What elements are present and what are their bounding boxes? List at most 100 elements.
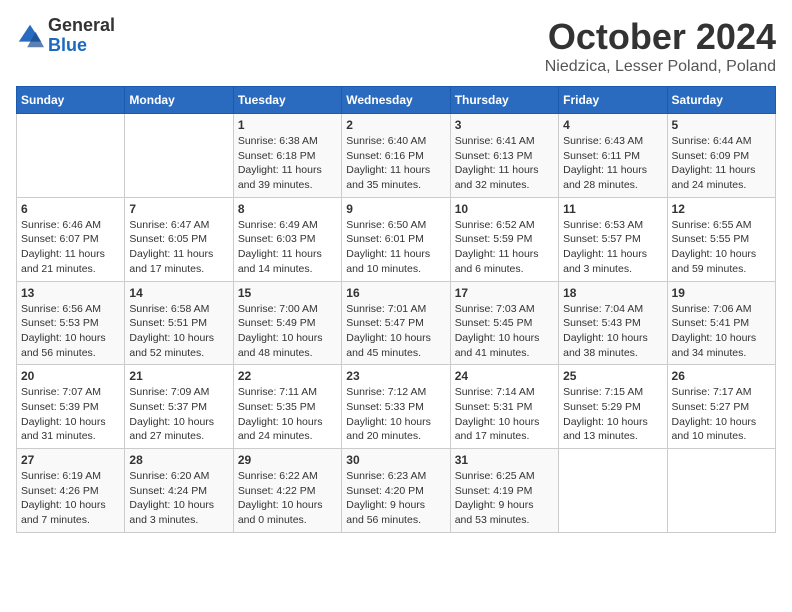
- day-number: 30: [346, 453, 445, 467]
- day-info: Sunrise: 7:07 AMSunset: 5:39 PMDaylight:…: [21, 385, 120, 444]
- day-number: 14: [129, 286, 228, 300]
- day-info: Sunrise: 7:01 AMSunset: 5:47 PMDaylight:…: [346, 302, 445, 361]
- calendar-cell: 16 Sunrise: 7:01 AMSunset: 5:47 PMDayligh…: [342, 281, 450, 365]
- day-number: 21: [129, 369, 228, 383]
- day-number: 8: [238, 202, 337, 216]
- day-info: Sunrise: 6:19 AMSunset: 4:26 PMDaylight:…: [21, 469, 120, 528]
- day-info: Sunrise: 6:46 AMSunset: 6:07 PMDaylight:…: [21, 218, 120, 277]
- day-info: Sunrise: 6:44 AMSunset: 6:09 PMDaylight:…: [672, 134, 771, 193]
- day-number: 2: [346, 118, 445, 132]
- logo-general: General: [48, 16, 115, 36]
- day-of-week-header: Saturday: [667, 87, 775, 114]
- day-of-week-header: Friday: [559, 87, 667, 114]
- day-info: Sunrise: 6:20 AMSunset: 4:24 PMDaylight:…: [129, 469, 228, 528]
- location: Niedzica, Lesser Poland, Poland: [545, 58, 776, 76]
- calendar-cell: 20Sunrise: 7:07 AMSunset: 5:39 PMDayligh…: [17, 365, 125, 449]
- title-block: October 2024 Niedzica, Lesser Poland, Po…: [545, 16, 776, 76]
- calendar-cell: 15 Sunrise: 7:00 AMSunset: 5:49 PMDayligh…: [233, 281, 341, 365]
- calendar-cell: 23 Sunrise: 7:12 AMSunset: 5:33 PMDayligh…: [342, 365, 450, 449]
- day-of-week-header: Thursday: [450, 87, 558, 114]
- calendar-table: SundayMondayTuesdayWednesdayThursdayFrid…: [16, 86, 776, 533]
- day-info: Sunrise: 6:38 AMSunset: 6:18 PMDaylight:…: [238, 134, 337, 193]
- calendar-week-row: 27 Sunrise: 6:19 AMSunset: 4:26 PMDayligh…: [17, 449, 776, 533]
- day-number: 5: [672, 118, 771, 132]
- day-number: 29: [238, 453, 337, 467]
- day-number: 9: [346, 202, 445, 216]
- calendar-cell: [667, 449, 775, 533]
- calendar-cell: [17, 114, 125, 198]
- day-info: Sunrise: 6:22 AMSunset: 4:22 PMDaylight:…: [238, 469, 337, 528]
- logo: General Blue: [16, 16, 115, 56]
- calendar-cell: 14 Sunrise: 6:58 AMSunset: 5:51 PMDayligh…: [125, 281, 233, 365]
- calendar-cell: 18 Sunrise: 7:04 AMSunset: 5:43 PMDayligh…: [559, 281, 667, 365]
- day-info: Sunrise: 6:49 AMSunset: 6:03 PMDaylight:…: [238, 218, 337, 277]
- calendar-week-row: 20Sunrise: 7:07 AMSunset: 5:39 PMDayligh…: [17, 365, 776, 449]
- day-info: Sunrise: 6:52 AMSunset: 5:59 PMDaylight:…: [455, 218, 554, 277]
- day-number: 4: [563, 118, 662, 132]
- day-number: 7: [129, 202, 228, 216]
- day-info: Sunrise: 7:00 AMSunset: 5:49 PMDaylight:…: [238, 302, 337, 361]
- day-info: Sunrise: 6:56 AMSunset: 5:53 PMDaylight:…: [21, 302, 120, 361]
- logo-text: General Blue: [48, 16, 115, 56]
- calendar-cell: 4 Sunrise: 6:43 AMSunset: 6:11 PMDaylight…: [559, 114, 667, 198]
- calendar-cell: 7 Sunrise: 6:47 AMSunset: 6:05 PMDaylight…: [125, 197, 233, 281]
- day-info: Sunrise: 7:04 AMSunset: 5:43 PMDaylight:…: [563, 302, 662, 361]
- day-number: 19: [672, 286, 771, 300]
- calendar-cell: 6 Sunrise: 6:46 AMSunset: 6:07 PMDaylight…: [17, 197, 125, 281]
- day-number: 27: [21, 453, 120, 467]
- day-info: Sunrise: 6:47 AMSunset: 6:05 PMDaylight:…: [129, 218, 228, 277]
- day-info: Sunrise: 7:14 AMSunset: 5:31 PMDaylight:…: [455, 385, 554, 444]
- day-info: Sunrise: 6:43 AMSunset: 6:11 PMDaylight:…: [563, 134, 662, 193]
- day-number: 11: [563, 202, 662, 216]
- day-number: 15: [238, 286, 337, 300]
- calendar-cell: 29 Sunrise: 6:22 AMSunset: 4:22 PMDayligh…: [233, 449, 341, 533]
- day-number: 10: [455, 202, 554, 216]
- day-of-week-header: Monday: [125, 87, 233, 114]
- day-number: 6: [21, 202, 120, 216]
- calendar-cell: 5 Sunrise: 6:44 AMSunset: 6:09 PMDaylight…: [667, 114, 775, 198]
- calendar-cell: 17Sunrise: 7:03 AMSunset: 5:45 PMDayligh…: [450, 281, 558, 365]
- day-of-week-header: Sunday: [17, 87, 125, 114]
- calendar-week-row: 1Sunrise: 6:38 AMSunset: 6:18 PMDaylight…: [17, 114, 776, 198]
- calendar-header: SundayMondayTuesdayWednesdayThursdayFrid…: [17, 87, 776, 114]
- day-info: Sunrise: 7:03 AMSunset: 5:45 PMDaylight:…: [455, 302, 554, 361]
- calendar-cell: 1Sunrise: 6:38 AMSunset: 6:18 PMDaylight…: [233, 114, 341, 198]
- day-number: 16: [346, 286, 445, 300]
- page-header: General Blue October 2024 Niedzica, Less…: [16, 16, 776, 76]
- day-info: Sunrise: 6:55 AMSunset: 5:55 PMDaylight:…: [672, 218, 771, 277]
- day-of-week-header: Wednesday: [342, 87, 450, 114]
- calendar-cell: 3Sunrise: 6:41 AMSunset: 6:13 PMDaylight…: [450, 114, 558, 198]
- day-info: Sunrise: 6:50 AMSunset: 6:01 PMDaylight:…: [346, 218, 445, 277]
- day-info: Sunrise: 7:11 AMSunset: 5:35 PMDaylight:…: [238, 385, 337, 444]
- day-info: Sunrise: 7:12 AMSunset: 5:33 PMDaylight:…: [346, 385, 445, 444]
- day-number: 18: [563, 286, 662, 300]
- calendar-cell: 25 Sunrise: 7:15 AMSunset: 5:29 PMDayligh…: [559, 365, 667, 449]
- day-number: 31: [455, 453, 554, 467]
- calendar-cell: 31Sunrise: 6:25 AMSunset: 4:19 PMDayligh…: [450, 449, 558, 533]
- calendar-cell: 11 Sunrise: 6:53 AMSunset: 5:57 PMDayligh…: [559, 197, 667, 281]
- calendar-cell: 8 Sunrise: 6:49 AMSunset: 6:03 PMDaylight…: [233, 197, 341, 281]
- day-info: Sunrise: 6:41 AMSunset: 6:13 PMDaylight:…: [455, 134, 554, 193]
- day-info: Sunrise: 7:15 AMSunset: 5:29 PMDaylight:…: [563, 385, 662, 444]
- day-info: Sunrise: 6:53 AMSunset: 5:57 PMDaylight:…: [563, 218, 662, 277]
- day-number: 28: [129, 453, 228, 467]
- day-info: Sunrise: 7:06 AMSunset: 5:41 PMDaylight:…: [672, 302, 771, 361]
- day-info: Sunrise: 6:58 AMSunset: 5:51 PMDaylight:…: [129, 302, 228, 361]
- day-info: Sunrise: 7:17 AMSunset: 5:27 PMDaylight:…: [672, 385, 771, 444]
- day-number: 13: [21, 286, 120, 300]
- calendar-cell: 19 Sunrise: 7:06 AMSunset: 5:41 PMDayligh…: [667, 281, 775, 365]
- day-of-week-header: Tuesday: [233, 87, 341, 114]
- calendar-cell: [125, 114, 233, 198]
- calendar-cell: 22Sunrise: 7:11 AMSunset: 5:35 PMDayligh…: [233, 365, 341, 449]
- calendar-cell: 24Sunrise: 7:14 AMSunset: 5:31 PMDayligh…: [450, 365, 558, 449]
- day-number: 25: [563, 369, 662, 383]
- logo-blue: Blue: [48, 36, 115, 56]
- day-number: 23: [346, 369, 445, 383]
- calendar-cell: 28 Sunrise: 6:20 AMSunset: 4:24 PMDayligh…: [125, 449, 233, 533]
- calendar-week-row: 13 Sunrise: 6:56 AMSunset: 5:53 PMDayligh…: [17, 281, 776, 365]
- calendar-week-row: 6 Sunrise: 6:46 AMSunset: 6:07 PMDaylight…: [17, 197, 776, 281]
- day-info: Sunrise: 6:40 AMSunset: 6:16 PMDaylight:…: [346, 134, 445, 193]
- calendar-cell: [559, 449, 667, 533]
- calendar-cell: 10 Sunrise: 6:52 AMSunset: 5:59 PMDayligh…: [450, 197, 558, 281]
- calendar-cell: 27 Sunrise: 6:19 AMSunset: 4:26 PMDayligh…: [17, 449, 125, 533]
